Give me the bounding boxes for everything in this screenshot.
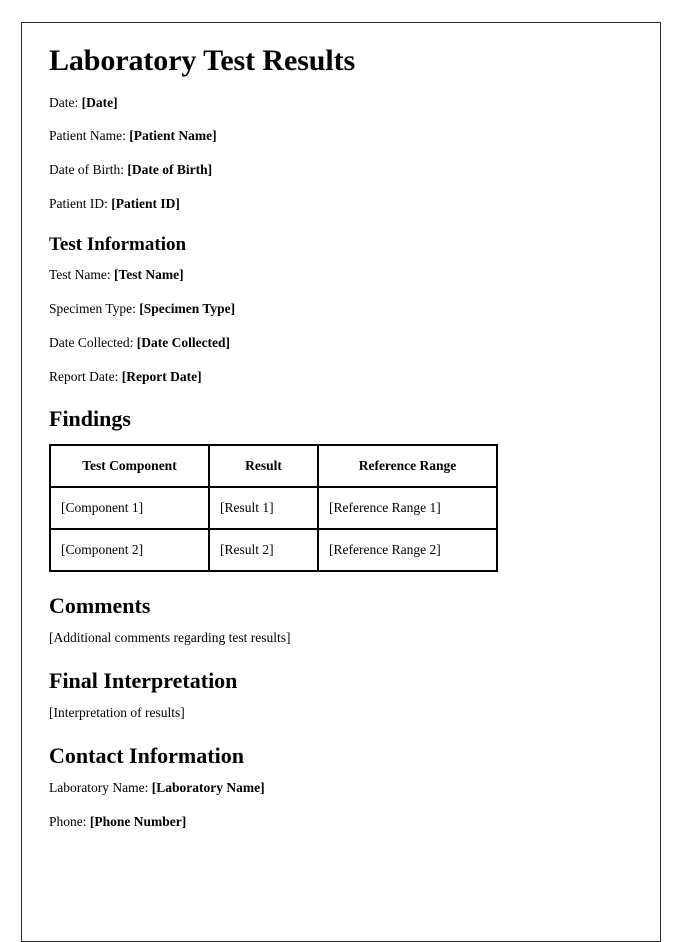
field-patient-id-value: [Patient ID] [111, 196, 180, 212]
field-date-of-birth-label: Date of Birth: [49, 162, 124, 178]
field-laboratory-name-label: Laboratory Name: [49, 779, 149, 795]
cell-reference-range-1: [Reference Range 1] [318, 486, 497, 529]
cell-reference-range-2: [Reference Range 2] [318, 528, 497, 571]
section-heading-contact-information: Contact Information [49, 742, 244, 768]
field-patient-id-label: Patient ID: [49, 196, 108, 212]
findings-table: Test Component Result Reference Range [C… [49, 443, 498, 572]
document-page: Laboratory Test Results Date: [Date] Pat… [21, 22, 661, 942]
field-patient-name-value: [Patient Name] [129, 128, 217, 144]
section-heading-findings: Findings [49, 406, 131, 432]
field-phone-value: [Phone Number] [89, 813, 187, 829]
field-phone: Phone: [Phone Number] [49, 814, 634, 831]
field-specimen-type-value: [Specimen Type] [139, 300, 236, 316]
page-title: Laboratory Test Results [49, 44, 356, 77]
field-report-date: Report Date: [Report Date] [49, 369, 634, 386]
field-report-date-label: Report Date: [49, 368, 119, 384]
field-test-name: Test Name: [Test Name] [49, 267, 634, 284]
field-report-date-value: [Report Date] [121, 368, 202, 384]
cell-component-1: [Component 1] [50, 486, 209, 529]
patient-header-fields: Date: [Date] Patient Name: [Patient Name… [49, 95, 634, 214]
cell-result-2: [Result 2] [209, 528, 318, 571]
field-date: Date: [Date] [49, 95, 634, 112]
field-patient-name: Patient Name: [Patient Name] [49, 128, 634, 145]
findings-table-body: [Component 1] [Result 1] [Reference Rang… [50, 486, 497, 571]
field-phone-label: Phone: [49, 813, 87, 829]
contact-information-fields: Laboratory Name: [Laboratory Name] Phone… [49, 780, 634, 831]
field-patient-name-label: Patient Name: [49, 128, 126, 144]
field-date-collected-label: Date Collected: [49, 334, 134, 350]
test-information-fields: Test Name: [Test Name] Specimen Type: [S… [49, 267, 634, 386]
field-specimen-type-label: Specimen Type: [49, 300, 136, 316]
findings-table-head: Test Component Result Reference Range [50, 444, 497, 487]
cell-component-2: [Component 2] [50, 528, 209, 571]
table-row: [Component 2] [Result 2] [Reference Rang… [50, 528, 497, 571]
final-interpretation-body: [Interpretation of results] [49, 704, 185, 720]
column-header-reference-range: Reference Range [318, 444, 497, 487]
field-date-of-birth: Date of Birth: [Date of Birth] [49, 162, 634, 179]
field-specimen-type: Specimen Type: [Specimen Type] [49, 301, 634, 318]
table-header-row: Test Component Result Reference Range [50, 444, 497, 487]
field-date-label: Date: [49, 94, 79, 110]
field-laboratory-name: Laboratory Name: [Laboratory Name] [49, 780, 634, 797]
document-body: Laboratory Test Results Date: [Date] Pat… [22, 23, 660, 831]
field-date-collected-value: [Date Collected] [136, 334, 231, 350]
field-date-collected: Date Collected: [Date Collected] [49, 335, 634, 352]
field-date-value: [Date] [81, 94, 118, 110]
cell-result-1: [Result 1] [209, 486, 318, 529]
field-test-name-label: Test Name: [49, 266, 111, 282]
field-patient-id: Patient ID: [Patient ID] [49, 196, 634, 213]
field-date-of-birth-value: [Date of Birth] [127, 162, 213, 178]
field-laboratory-name-value: [Laboratory Name] [151, 779, 265, 795]
column-header-test-component: Test Component [50, 444, 209, 487]
field-test-name-value: [Test Name] [114, 266, 184, 282]
comments-body: [Additional comments regarding test resu… [49, 629, 291, 645]
column-header-result: Result [209, 444, 318, 487]
table-row: [Component 1] [Result 1] [Reference Rang… [50, 486, 497, 529]
section-heading-comments: Comments [49, 592, 151, 618]
section-heading-final-interpretation: Final Interpretation [49, 667, 238, 693]
section-heading-test-information: Test Information [49, 234, 187, 255]
